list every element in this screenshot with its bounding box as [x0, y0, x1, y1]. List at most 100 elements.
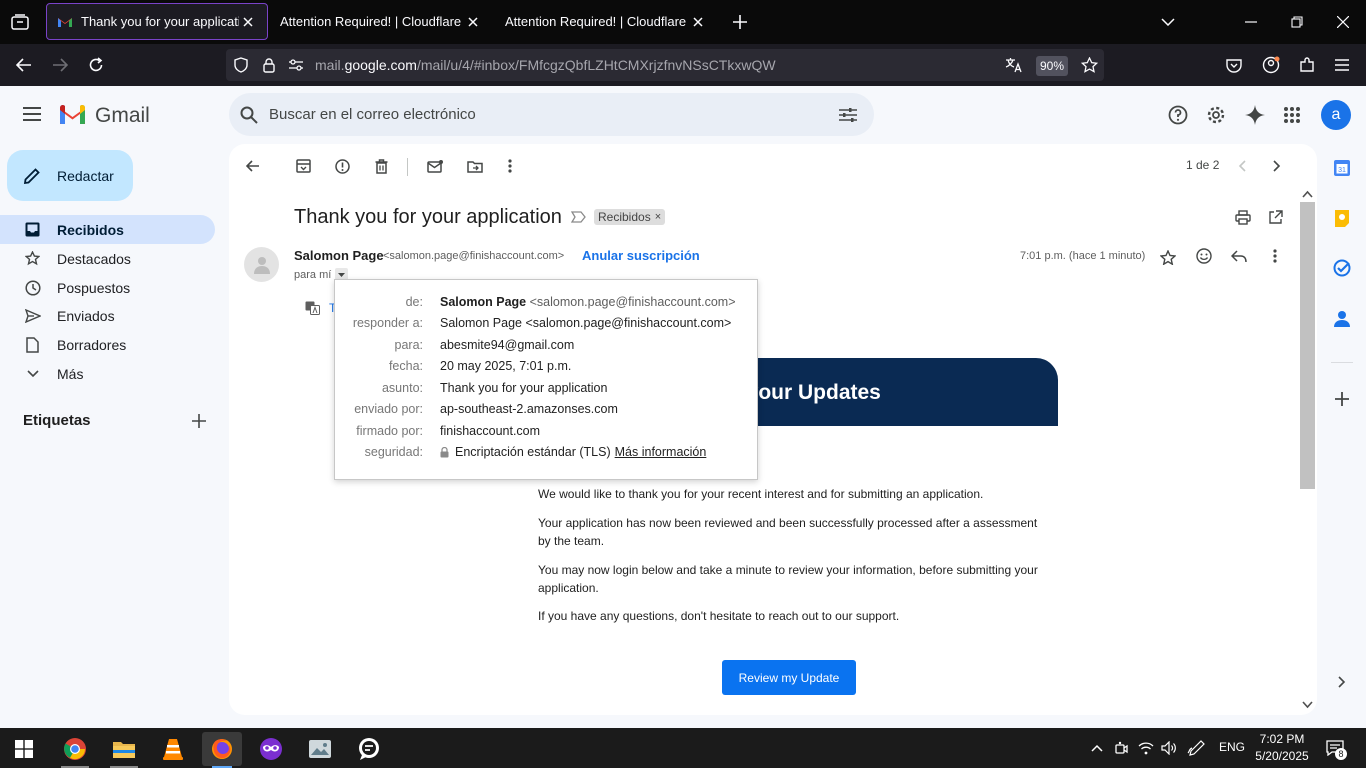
url-domain: google.com	[344, 57, 417, 73]
windows-taskbar: ENG 7:02 PM 5/20/2025 8	[0, 728, 1366, 768]
search-icon[interactable]	[239, 105, 259, 125]
gmail-logo-text[interactable]: Gmail	[95, 104, 150, 128]
start-windows-icon[interactable]	[4, 732, 44, 766]
add-reaction-emoji-icon[interactable]	[1194, 246, 1214, 266]
new-tab-plus-icon[interactable]	[730, 13, 750, 31]
sidebar-item-sent[interactable]: Enviados	[0, 301, 215, 330]
account-avatar[interactable]: a	[1321, 100, 1351, 130]
review-update-button[interactable]: Review my Update	[722, 660, 856, 695]
tab-thank-you[interactable]: Thank you for your application	[46, 3, 268, 40]
sender-avatar[interactable]	[244, 247, 279, 282]
list-all-tabs-icon[interactable]	[10, 13, 30, 31]
star-email-icon[interactable]	[1158, 247, 1178, 267]
keep-notes-icon[interactable]	[1332, 208, 1352, 228]
add-label-plus-icon[interactable]	[190, 412, 208, 430]
expand-panel-chevron-icon[interactable]	[1332, 672, 1352, 692]
sender-name[interactable]: Salomon Page	[294, 248, 384, 263]
address-bar[interactable]: mail.google.com/mail/u/4/#inbox/FMfcgzQb…	[226, 49, 1104, 81]
meet-now-icon[interactable]	[1112, 739, 1130, 757]
search-bar[interactable]: Buscar en el correo electrónico	[229, 93, 874, 136]
restore-window-icon[interactable]	[1287, 13, 1307, 31]
close-tab-icon[interactable]	[239, 13, 257, 31]
from-email: <salomon.page@finishaccount.com>	[529, 295, 736, 309]
tab-cloudflare-2[interactable]: Attention Required! | Cloudflare	[495, 3, 717, 40]
calendar-icon[interactable]: 31	[1332, 158, 1352, 178]
older-chevron-right-icon[interactable]	[1267, 156, 1287, 176]
firefox-app-icon[interactable]	[202, 732, 242, 768]
back-arrow-icon[interactable]	[14, 56, 34, 74]
volume-speaker-icon[interactable]	[1160, 739, 1178, 757]
reply-arrow-icon[interactable]	[1229, 246, 1249, 266]
extensions-puzzle-icon[interactable]	[1297, 56, 1317, 74]
report-spam-icon[interactable]	[332, 156, 352, 176]
pocket-icon[interactable]	[1224, 56, 1244, 74]
file-explorer-icon[interactable]	[104, 732, 144, 768]
chrome-app-icon[interactable]	[55, 732, 95, 768]
newer-chevron-left-icon	[1232, 156, 1252, 176]
inbox-label-chip[interactable]: Recibidos ×	[594, 209, 666, 225]
firefox-account-icon[interactable]	[1260, 55, 1282, 75]
bookmark-star-icon[interactable]	[1079, 56, 1099, 74]
close-window-icon[interactable]	[1333, 13, 1353, 31]
sidebar-item-inbox[interactable]: Recibidos	[0, 215, 215, 244]
tab-overflow-chevron-icon[interactable]	[1158, 13, 1178, 31]
system-clock[interactable]: 7:02 PM 5/20/2025	[1252, 731, 1312, 765]
sidebar-item-label: Más	[57, 365, 84, 382]
tab-cloudflare-1[interactable]: Attention Required! | Cloudflare	[270, 3, 492, 40]
email-subject: Thank you for your application	[294, 206, 562, 228]
sender-email: <salomon.page@finishaccount.com>	[383, 250, 565, 262]
close-tab-icon[interactable]	[689, 13, 707, 31]
back-to-inbox-icon[interactable]	[243, 156, 263, 176]
vlc-player-icon[interactable]	[153, 732, 193, 766]
translate-icon[interactable]	[1004, 56, 1024, 74]
contacts-icon[interactable]	[1332, 309, 1352, 329]
sidebar-item-starred[interactable]: Destacados	[0, 244, 215, 273]
print-icon[interactable]	[1233, 207, 1253, 227]
zoom-level-badge[interactable]: 90%	[1036, 56, 1068, 76]
pen-ink-workspace-icon[interactable]	[1186, 739, 1206, 757]
email-more-options-icon[interactable]	[1265, 246, 1285, 266]
gemini-sparkle-icon[interactable]	[1244, 104, 1266, 126]
permissions-icon[interactable]	[287, 56, 305, 74]
chat-app-icon[interactable]	[349, 732, 389, 766]
sidebar-item-drafts[interactable]: Borradores	[0, 330, 215, 359]
close-tab-icon[interactable]	[464, 13, 482, 31]
translate-message-icon[interactable]	[303, 300, 321, 316]
delete-trash-icon[interactable]	[371, 156, 391, 176]
more-info-link[interactable]: Más información	[615, 445, 707, 459]
remove-label-x-icon[interactable]: ×	[655, 211, 661, 223]
search-input[interactable]: Buscar en el correo electrónico	[269, 106, 476, 123]
gmail-logo-icon[interactable]	[57, 103, 87, 127]
tasks-icon[interactable]	[1332, 258, 1352, 278]
minimize-window-icon[interactable]	[1241, 13, 1261, 31]
show-hidden-icons-chevron-icon[interactable]	[1088, 739, 1106, 757]
lock-icon[interactable]	[260, 56, 278, 74]
mark-unread-icon[interactable]	[425, 156, 445, 176]
help-icon[interactable]	[1167, 104, 1189, 126]
more-options-vertical-icon[interactable]	[500, 156, 520, 176]
sidebar-item-snoozed[interactable]: Pospuestos	[0, 273, 215, 302]
main-menu-icon[interactable]	[21, 105, 43, 123]
network-wifi-icon[interactable]	[1137, 739, 1155, 757]
archive-icon[interactable]	[293, 156, 313, 176]
search-options-icon[interactable]	[838, 105, 858, 125]
photo-viewer-icon[interactable]	[300, 732, 340, 766]
url-text[interactable]: mail.google.com/mail/u/4/#inbox/FMfcgzQb…	[315, 57, 776, 73]
unsubscribe-link[interactable]: Anular suscripción	[582, 248, 700, 263]
reload-icon[interactable]	[86, 56, 106, 74]
message-details-popup: de: Salomon Page <salomon.page@finishacc…	[334, 279, 758, 480]
move-to-icon[interactable]	[465, 156, 485, 176]
importance-marker-icon[interactable]	[569, 209, 587, 225]
details-value: Salomon Page <salomon.page@finishaccount…	[440, 316, 732, 330]
google-apps-icon[interactable]	[1281, 104, 1303, 126]
open-new-window-icon[interactable]	[1265, 207, 1285, 227]
get-addons-plus-icon[interactable]	[1332, 389, 1352, 409]
input-language-indicator[interactable]: ENG	[1219, 740, 1245, 754]
app-menu-hamburger-icon[interactable]	[1332, 56, 1352, 74]
scrollbar-thumb[interactable]	[1300, 202, 1315, 489]
tracking-protection-shield-icon[interactable]	[232, 56, 250, 74]
settings-gear-icon[interactable]	[1205, 104, 1227, 126]
sidebar-item-more[interactable]: Más	[0, 359, 215, 388]
compose-button[interactable]: Redactar	[7, 150, 133, 201]
privacy-mask-app-icon[interactable]	[251, 732, 291, 766]
